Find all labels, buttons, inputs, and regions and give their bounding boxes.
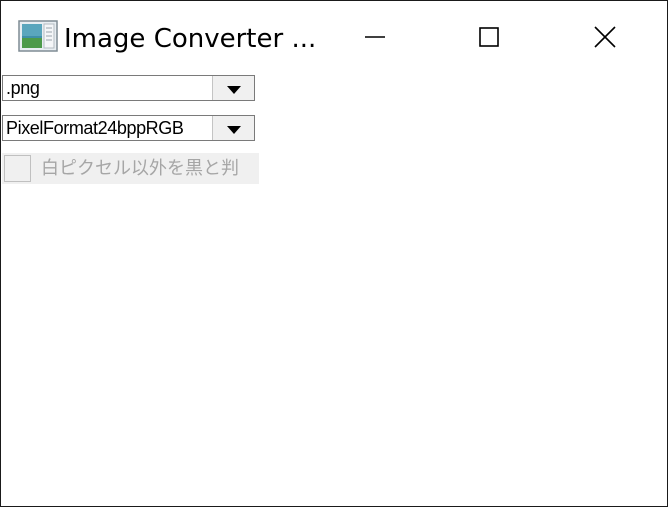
binarize-checkbox-label: 白ピクセル以外を黒と判: [41, 158, 239, 179]
binarize-checkbox-row[interactable]: 白ピクセル以外を黒と判: [2, 153, 259, 184]
image-converter-app-icon[interactable]: [18, 20, 58, 52]
close-button[interactable]: [549, 1, 661, 73]
title-bar[interactable]: Image Converter ...: [1, 1, 667, 73]
dropdown-arrow-icon: [226, 79, 241, 98]
extension-dropdown-button[interactable]: [212, 76, 254, 100]
maximize-button[interactable]: [433, 1, 545, 73]
pixel-format-select[interactable]: PixelFormat24bppRGB: [2, 115, 255, 141]
window-title: Image Converter ...: [64, 24, 317, 54]
minimize-button[interactable]: [319, 1, 431, 73]
maximize-icon: [478, 26, 500, 48]
pixel-format-select-value: PixelFormat24bppRGB: [6, 118, 184, 138]
pixel-format-dropdown-button[interactable]: [212, 116, 254, 140]
extension-select-value: .png: [6, 78, 40, 98]
extension-select[interactable]: .png: [2, 75, 255, 101]
binarize-checkbox[interactable]: [4, 155, 31, 182]
dropdown-arrow-icon: [226, 119, 241, 138]
close-icon: [593, 25, 617, 49]
minimize-icon: [364, 26, 386, 48]
app-window: Image Converter ... .png PixelFormat24bp…: [0, 0, 668, 507]
